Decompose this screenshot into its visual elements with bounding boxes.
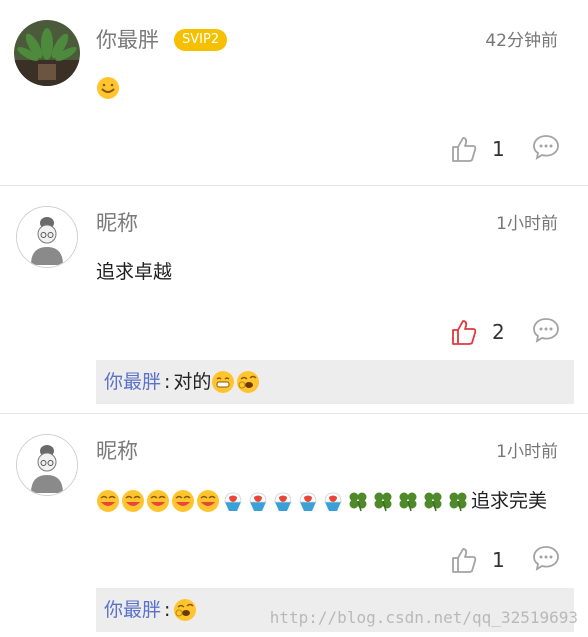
grin-emoji-icon	[212, 371, 235, 393]
comment-bubble-icon[interactable]	[532, 133, 560, 161]
like-count: 1	[492, 548, 505, 572]
comment-content	[96, 76, 121, 100]
laugh-emoji-icon	[97, 490, 119, 512]
laugh-emoji-icon	[122, 490, 144, 512]
laugh-emoji-icon	[147, 490, 169, 512]
emoji-row	[96, 489, 471, 513]
reply-username[interactable]: 你最胖	[104, 588, 161, 632]
reply-separator: :	[164, 371, 171, 393]
vip-badge: SVIP2	[174, 29, 228, 51]
comment-actions: 1	[0, 115, 588, 185]
reply-text: 对的	[173, 371, 212, 393]
yawn-emoji-icon	[174, 599, 197, 621]
comment-bubble-icon[interactable]	[532, 544, 560, 572]
timestamp: 1小时前	[496, 442, 558, 462]
comment-item-2: 昵称 1小时前 追求卓越 2 你最胖 : 对的	[0, 186, 588, 413]
comment-item-1: 你最胖 SVIP2 42分钟前 1	[0, 0, 588, 185]
thumbs-up-icon[interactable]	[450, 135, 478, 163]
like-count: 2	[492, 320, 505, 344]
timestamp: 1小时前	[496, 214, 558, 234]
comment-actions: 2	[0, 298, 588, 368]
avatar[interactable]	[16, 206, 78, 268]
username[interactable]: 昵称	[96, 210, 138, 236]
shaved-ice-emoji-icon	[324, 492, 342, 511]
thumbs-up-icon[interactable]	[450, 318, 478, 346]
shaved-ice-emoji-icon	[299, 492, 317, 511]
clover-emoji-icon	[399, 492, 417, 512]
comment-bubble-icon[interactable]	[532, 316, 560, 344]
clover-emoji-icon	[424, 492, 442, 512]
thumbs-up-icon[interactable]	[450, 546, 478, 574]
clover-emoji-icon	[449, 492, 467, 512]
avatar[interactable]	[16, 434, 78, 496]
timestamp: 42分钟前	[485, 31, 558, 51]
shaved-ice-emoji-icon	[224, 492, 242, 511]
reply-separator: :	[164, 599, 171, 621]
username[interactable]: 昵称	[96, 438, 138, 464]
comment-text: 追求完美	[471, 490, 548, 512]
like-count: 1	[492, 137, 505, 161]
comment-actions: 1	[0, 526, 588, 596]
reply-username[interactable]: 你最胖	[104, 360, 161, 404]
watermark: http://blog.csdn.net/qq_32519693	[269, 608, 578, 627]
shaved-ice-emoji-icon	[249, 492, 267, 511]
clover-emoji-icon	[349, 492, 367, 512]
comment-content: 追求卓越	[96, 258, 172, 286]
reply-item[interactable]: 你最胖 : 对的	[96, 360, 574, 404]
laugh-emoji-icon	[197, 490, 219, 512]
yawn-emoji-icon	[237, 371, 260, 393]
avatar[interactable]	[14, 20, 80, 86]
laugh-emoji-icon	[172, 490, 194, 512]
username[interactable]: 你最胖	[96, 27, 159, 53]
comment-item-3: 昵称 1小时前 追求完美 1 你最胖 :	[0, 414, 588, 637]
comment-content: 追求完美	[96, 487, 547, 515]
smile-emoji-icon	[97, 77, 119, 99]
comment-text: 追求卓越	[96, 261, 173, 283]
clover-emoji-icon	[374, 492, 392, 512]
shaved-ice-emoji-icon	[274, 492, 292, 511]
